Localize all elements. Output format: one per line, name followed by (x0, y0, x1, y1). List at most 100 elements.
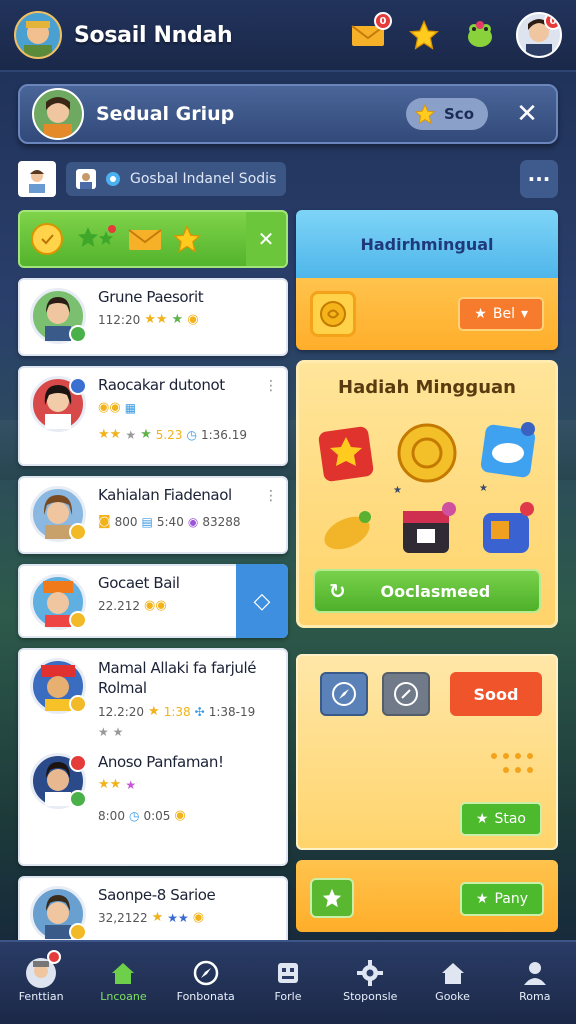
feed-card[interactable]: Gocaet Bail 22.212 ◉◉ ◇ (18, 564, 288, 638)
feed-meta-secondary: 5:40 (156, 514, 184, 529)
star-icon: ★★ (98, 777, 122, 792)
star-icon: ★ (171, 312, 184, 327)
clock-icon: ◷ (186, 427, 197, 442)
mail-icon[interactable]: 0 (348, 12, 392, 55)
clock-icon: ◷ (128, 808, 140, 823)
pencil-icon (394, 682, 418, 706)
svg-text:★: ★ (479, 483, 488, 494)
feed-name: Anoso Panfaman! (98, 753, 224, 771)
feed-card[interactable]: Kahialan Fiadenaol ◙ 800 ▤ 5:40 ◉ 83288 ⋮ (18, 476, 288, 554)
group-title: Sedual Griup (96, 103, 235, 125)
rewards-title: Hadiah Mingguan (338, 377, 516, 398)
star-button[interactable] (310, 878, 354, 918)
profile-avatar[interactable]: 0 (516, 12, 562, 58)
filter-chip-label: Gosbal Indanel Sodis (130, 171, 277, 187)
star-icon: ★ (148, 704, 160, 719)
avatar[interactable] (30, 486, 87, 542)
coin-icon: ◉ (174, 808, 186, 823)
gift-icon: ✣ (194, 704, 205, 719)
nav-label: Fonbonata (176, 990, 235, 1003)
bottom-panel-button[interactable]: ★ Pany (459, 882, 544, 916)
star-icon[interactable] (404, 15, 444, 55)
mail-icon[interactable] (128, 226, 162, 252)
chevron-down-icon: ▾ (520, 306, 528, 322)
more-options-button[interactable]: ··· (520, 160, 558, 198)
feed-card[interactable]: Saonpe-8 Sarioe 32,2122 ★ ★★ ◉ (18, 876, 288, 950)
avatar[interactable] (30, 574, 87, 630)
player-avatar[interactable] (14, 11, 62, 59)
close-icon[interactable]: ✕ (246, 212, 286, 266)
feed-card[interactable]: Raocakar dutonot ◉◉ ▦ ★★ ★ ★ 5.23 ◷ 1:36.19 ⋮ (18, 366, 288, 466)
red-action-button[interactable]: Sood (450, 672, 542, 716)
star-box-icon (318, 426, 374, 482)
side-column: Hadirhmingual ★ Bel ▾ Hadiah Mingguan ★ ★ … (296, 210, 558, 932)
compass-icon (332, 682, 356, 706)
coin-icon: ◉ (187, 514, 199, 529)
filter-chip[interactable]: Gosbal Indanel Sodis (66, 162, 287, 196)
compass-icon (193, 960, 218, 986)
close-icon[interactable]: ✕ (510, 99, 544, 129)
feed-column: ✕ Grune Paesorit 112:20 ★★ ★ ◉ Raocakar dut… (18, 210, 288, 950)
star-icon: ★ (474, 306, 487, 322)
weekly-rewards-panel: Hadiah Mingguan ★ ★ ↻ Ooclasmeed (296, 360, 558, 628)
feed-card-group[interactable]: Mamal Allaki fa farjulé Rolmal 12.2:20 ★ 1… (18, 648, 288, 866)
avatar[interactable] (30, 288, 87, 344)
coin-icon: ◉◉ (98, 400, 121, 415)
filter-row: Gosbal Indanel Sodis ··· (18, 158, 558, 200)
cloud-box-icon (480, 422, 536, 478)
bottom-panel-label: Pany (494, 891, 528, 907)
star-icon (322, 888, 342, 908)
coin-icon[interactable] (310, 291, 356, 337)
compass-button[interactable] (320, 672, 368, 716)
gear-icon (357, 960, 384, 986)
score-pill[interactable]: Sco (406, 98, 488, 130)
star-icon: ★ (151, 910, 164, 925)
nav-label: Forle (274, 990, 302, 1003)
feed-card[interactable]: Grune Paesorit 112:20 ★★ ★ ◉ (18, 278, 288, 356)
feed-name: Mamal Allaki fa farjulé Rolmal (98, 659, 257, 697)
weekly-title: Hadirhmingual (296, 210, 558, 278)
user-icon (76, 169, 96, 189)
nav-label: Gooke (435, 990, 470, 1003)
nav-item-home[interactable]: Lncoane (82, 942, 164, 1024)
feed-meta: 12.2:20 (98, 704, 145, 719)
pinecone-icon (324, 511, 371, 550)
claim-button[interactable]: ↻ Ooclasmeed (313, 569, 541, 613)
coin-icon: ◉ (187, 312, 199, 327)
frog-icon[interactable] (460, 15, 500, 55)
star-cluster-icon[interactable] (74, 223, 118, 255)
avatar[interactable] (30, 376, 87, 432)
star-icon: ★★ (98, 427, 122, 442)
avatar[interactable] (30, 753, 87, 809)
app-title: Sosail Nndah (74, 22, 233, 48)
refresh-icon: ↻ (329, 579, 346, 603)
edit-button[interactable] (382, 672, 430, 716)
nav-item-profile-card[interactable]: Forle (247, 942, 329, 1024)
weekly-button[interactable]: ★ Bel ▾ (458, 297, 544, 331)
top-bar: Sosail Nndah 0 0 (0, 0, 576, 72)
score-label: Sco (444, 105, 474, 123)
nav-item-profile[interactable]: Fenttian (0, 942, 82, 1024)
nav-item-settings[interactable]: Stoponsle (329, 942, 411, 1024)
reaction-bar: ✕ (18, 210, 288, 268)
star-icon[interactable] (172, 224, 202, 254)
feed-meta-tertiary: 83288 (202, 514, 241, 529)
feed-name: Grune Paesorit (98, 288, 204, 306)
chest-icon (403, 502, 456, 553)
feed-meta: 1:36.19 (200, 427, 247, 442)
nav-item-account[interactable]: Roma (494, 942, 576, 1024)
nav-item-explore[interactable]: Fonbonata (165, 942, 247, 1024)
group-avatar[interactable] (32, 88, 84, 140)
more-options-icon[interactable]: ⋮ (264, 488, 278, 504)
home-icon (112, 963, 135, 984)
coin-icon[interactable] (30, 222, 64, 256)
green-action-button[interactable]: ★ Stao (459, 802, 542, 836)
expand-button[interactable]: ◇ (236, 564, 288, 638)
more-options-icon[interactable]: ⋮ (264, 378, 278, 394)
user-thumbnail[interactable] (18, 161, 56, 197)
avatar[interactable] (30, 658, 87, 714)
refresh-icon (106, 172, 120, 186)
avatar[interactable] (30, 886, 87, 942)
nav-item-house[interactable]: Gooke (411, 942, 493, 1024)
dots-decoration (488, 748, 538, 782)
